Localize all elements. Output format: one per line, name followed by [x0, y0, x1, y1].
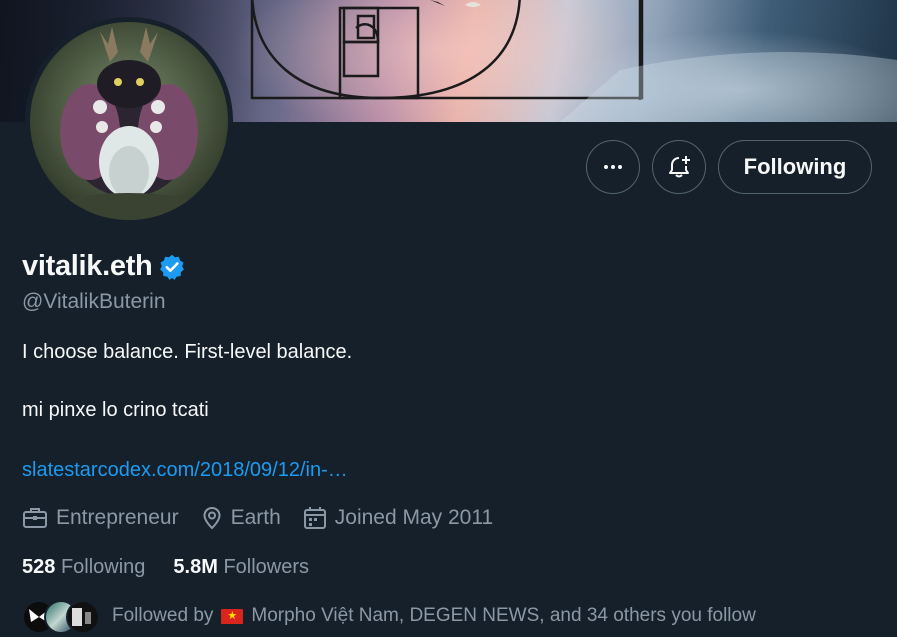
more-horizontal-icon [604, 165, 622, 169]
followed-by-text: Followed by ★ Morpho Việt Nam, DEGEN NEW… [112, 605, 756, 627]
verified-badge-icon[interactable] [158, 253, 186, 281]
profile-avatar[interactable] [25, 17, 233, 225]
join-date: Joined May 2011 [303, 506, 493, 530]
followed-by-avatars [22, 598, 100, 634]
occupation: Entrepreneur [22, 506, 179, 530]
followers-count-link[interactable]: 5.8M Followers [173, 556, 309, 579]
followed-by-prefix: Followed by [112, 605, 214, 626]
location-text: Earth [230, 506, 281, 529]
vietnam-flag-icon: ★ [221, 608, 244, 624]
followers-label: Followers [223, 556, 310, 578]
follow-stats: 528 Following 5.8M Followers [22, 556, 337, 579]
display-name: vitalik.eth [22, 250, 153, 282]
followed-by-row[interactable]: Followed by ★ Morpho Việt Nam, DEGEN NEW… [22, 598, 756, 634]
followers-count: 5.8M [173, 556, 218, 578]
profile-page: Following vitalik.eth @VitalikButerin I … [0, 0, 897, 637]
bio-line-1: I choose balance. First-level balance. [22, 341, 353, 363]
location: Earth [201, 506, 281, 530]
location-pin-icon [203, 506, 221, 530]
following-count-link[interactable]: 528 Following [22, 556, 145, 579]
followed-by-names: Morpho Việt Nam, DEGEN NEWS, and 34 othe… [251, 605, 756, 626]
follower-avatar [66, 600, 100, 634]
calendar-icon [303, 507, 326, 529]
avatar-image [30, 22, 228, 220]
join-date-text: Joined May 2011 [334, 506, 494, 529]
profile-website-link[interactable]: slatestarcodex.com/2018/09/12/in-… [22, 459, 348, 482]
following-button[interactable]: Following [718, 140, 872, 194]
notifications-button[interactable] [652, 140, 706, 194]
name-row: vitalik.eth [22, 250, 186, 283]
profile-meta: Entrepreneur Earth Joined May 2011 [22, 506, 515, 530]
bell-plus-icon [669, 156, 690, 178]
following-label: Following [60, 556, 146, 578]
briefcase-icon [23, 508, 47, 528]
occupation-text: Entrepreneur [56, 506, 179, 529]
bio-line-2: mi pinxe lo crino tcati [22, 399, 209, 421]
following-count: 528 [22, 556, 56, 578]
user-handle: @VitalikButerin [22, 290, 166, 313]
more-button[interactable] [586, 140, 640, 194]
